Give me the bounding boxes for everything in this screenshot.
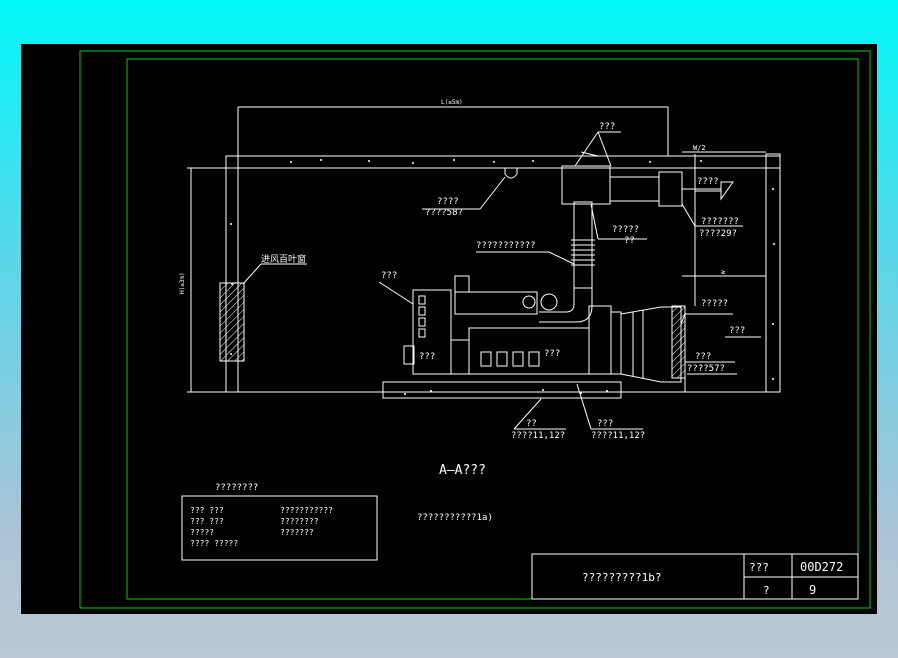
legend-row-4-left: ???? ????? — [190, 539, 238, 548]
legend-row-2-left: ??? ??? — [190, 517, 224, 526]
callout-base-1: ?? — [526, 419, 537, 429]
legend-row-1-right: ??????????? — [280, 506, 333, 515]
callout-grille-1: ??? — [695, 352, 711, 362]
callout-grille-2: ????57? — [687, 364, 725, 374]
callout-radiator-duct: ????? — [701, 299, 728, 309]
title-block-label-top: ??? — [749, 561, 769, 574]
drawing-note: ???????????1a) — [417, 513, 493, 523]
legend-row-2-right: ???????? — [280, 517, 319, 526]
callout-hook-1: ???? — [437, 197, 459, 207]
legend-row-3-left: ????? — [190, 528, 214, 537]
cad-drawing: L(≥5m) H(≥3m) W/2 ≥ 进风百叶窗 ??? ???? ????5… — [79, 50, 871, 609]
callout-muffler-1: ???? — [697, 177, 719, 187]
louver-leader — [242, 263, 262, 285]
title-block-label-bottom: ? — [763, 584, 770, 597]
callout-exhaust-tee: ??? — [599, 122, 615, 132]
louver — [219, 282, 245, 362]
legend-row-3-right: ??????? — [280, 528, 314, 537]
callout-radiator: ??? — [729, 326, 745, 336]
callout-bellows: ??????????? — [476, 241, 536, 251]
drawing-sheet: L(≥5m) H(≥3m) W/2 ≥ 进风百叶窗 ??? ???? ????5… — [21, 44, 877, 614]
legend-row-1-left: ??? ??? — [190, 506, 224, 515]
louver-label: 进风百叶窗 — [261, 253, 306, 265]
callout-vibration-2: ????11,12? — [591, 431, 645, 441]
callout-support-2: ?? — [624, 236, 635, 246]
dim-left-label: H(≥3m) — [179, 272, 186, 294]
concrete-dots — [230, 159, 775, 380]
title-block-page: 9 — [809, 583, 816, 597]
dim-top-label: L(≥5m) — [441, 99, 463, 106]
title-block-name: ?????????1b? — [582, 571, 661, 584]
section-title: A—A??? — [439, 463, 486, 478]
dim-right-label: ≥ — [721, 268, 725, 276]
callout-muffler-3: ????29? — [699, 229, 737, 239]
callout-base-2: ????11,12? — [511, 431, 565, 441]
ceiling-hook — [504, 168, 518, 179]
callout-support-1: ????? — [612, 225, 639, 235]
generator-set — [382, 275, 682, 399]
callout-vibration-1: ??? — [597, 419, 613, 429]
callout-muffler-2: ??????? — [701, 217, 739, 227]
callout-engine: ??? — [419, 352, 435, 362]
callout-hook-2: ????58? — [425, 208, 463, 218]
dim-w2-label: W/2 — [693, 144, 706, 152]
legend-title: ???????? — [215, 483, 258, 493]
callout-control-panel: ??? — [381, 271, 397, 281]
callout-generator: ??? — [544, 349, 560, 359]
radiator-louver — [671, 305, 686, 379]
title-block-code: 00D272 — [800, 560, 843, 574]
